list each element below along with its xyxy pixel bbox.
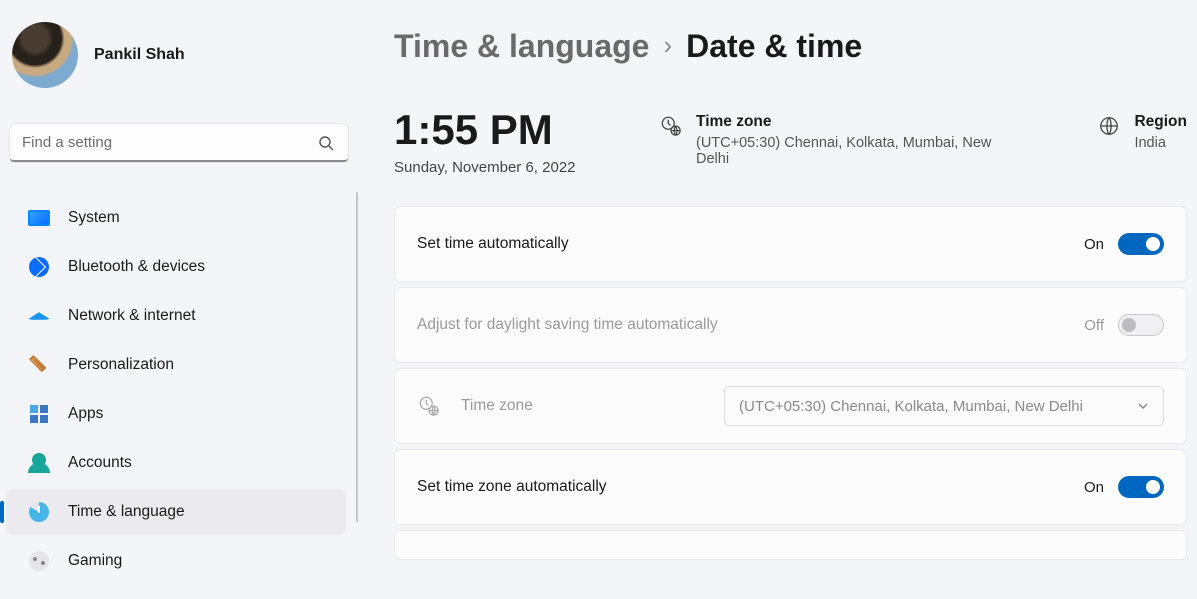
clock-globe-icon <box>28 501 50 523</box>
card-label: Time zone <box>461 397 661 415</box>
gamepad-icon <box>28 550 50 572</box>
toggle-dst-auto <box>1118 314 1164 336</box>
toggle-state-label: Off <box>1084 317 1104 334</box>
system-icon <box>28 207 50 229</box>
timezone-title: Time zone <box>696 113 1012 131</box>
chevron-right-icon: › <box>663 30 672 61</box>
apps-icon <box>28 403 50 425</box>
sidebar-item-label: Gaming <box>68 552 122 570</box>
sidebar-item-label: Network & internet <box>68 307 196 325</box>
card-label: Adjust for daylight saving time automati… <box>417 316 1064 334</box>
settings-cards: Set time automatically On Adjust for day… <box>394 206 1187 560</box>
search-icon <box>318 135 334 151</box>
sidebar-item-label: Time & language <box>68 503 185 521</box>
timezone-select: (UTC+05:30) Chennai, Kolkata, Mumbai, Ne… <box>724 386 1164 426</box>
sidebar-item-bluetooth[interactable]: Bluetooth & devices <box>6 244 346 290</box>
sidebar-item-label: Bluetooth & devices <box>68 258 205 276</box>
bluetooth-icon <box>28 256 50 278</box>
nav: System Bluetooth & devices Network & int… <box>0 192 358 587</box>
clock-globe-icon <box>660 115 682 137</box>
sidebar-item-accounts[interactable]: Accounts <box>6 440 346 486</box>
search-wrap <box>10 124 348 162</box>
sidebar: Pankil Shah System Bluetooth & devices N… <box>0 0 358 599</box>
toggle-set-tz-auto[interactable] <box>1118 476 1164 498</box>
timezone-desc: (UTC+05:30) Chennai, Kolkata, Mumbai, Ne… <box>696 135 1012 167</box>
sidebar-item-gaming[interactable]: Gaming <box>6 538 346 584</box>
current-date: Sunday, November 6, 2022 <box>394 159 604 176</box>
sidebar-item-system[interactable]: System <box>6 195 346 241</box>
toggle-state-label: On <box>1084 479 1104 496</box>
person-icon <box>28 452 50 474</box>
main-content: Time & language › Date & time 1:55 PM Su… <box>358 0 1197 599</box>
region-title: Region <box>1134 113 1187 131</box>
scrollbar[interactable] <box>356 192 358 522</box>
card-dst-auto: Adjust for daylight saving time automati… <box>394 287 1187 363</box>
sidebar-item-apps[interactable]: Apps <box>6 391 346 437</box>
toggle-state-label: On <box>1084 236 1104 253</box>
card-set-time-auto[interactable]: Set time automatically On <box>394 206 1187 282</box>
brush-icon <box>28 354 50 376</box>
globe-icon <box>1098 115 1120 137</box>
breadcrumb: Time & language › Date & time <box>394 28 1187 65</box>
sidebar-item-personalization[interactable]: Personalization <box>6 342 346 388</box>
wifi-icon <box>28 305 50 327</box>
sidebar-item-label: Apps <box>68 405 103 423</box>
select-value: (UTC+05:30) Chennai, Kolkata, Mumbai, Ne… <box>739 398 1083 415</box>
region-desc: India <box>1134 135 1187 151</box>
chevron-down-icon <box>1137 400 1149 412</box>
clock-block: 1:55 PM Sunday, November 6, 2022 <box>394 109 604 176</box>
timezone-summary: Time zone (UTC+05:30) Chennai, Kolkata, … <box>660 109 1012 167</box>
card-label: Set time zone automatically <box>417 478 1064 496</box>
region-summary: Region India <box>1098 109 1187 151</box>
breadcrumb-parent[interactable]: Time & language <box>394 28 649 65</box>
profile-name: Pankil Shah <box>94 46 185 64</box>
search-input[interactable] <box>10 124 348 162</box>
card-next-peek[interactable] <box>394 530 1187 560</box>
card-label: Set time automatically <box>417 235 1064 253</box>
toggle-set-time-auto[interactable] <box>1118 233 1164 255</box>
sidebar-item-label: Personalization <box>68 356 174 374</box>
sidebar-item-label: System <box>68 209 120 227</box>
sidebar-item-label: Accounts <box>68 454 132 472</box>
profile-block[interactable]: Pankil Shah <box>0 18 358 102</box>
sidebar-item-time-language[interactable]: Time & language <box>6 489 346 535</box>
breadcrumb-current: Date & time <box>686 28 862 65</box>
current-time: 1:55 PM <box>394 109 604 151</box>
avatar <box>12 22 78 88</box>
card-timezone: Time zone (UTC+05:30) Chennai, Kolkata, … <box>394 368 1187 444</box>
summary-row: 1:55 PM Sunday, November 6, 2022 Time zo… <box>394 109 1187 176</box>
sidebar-item-network[interactable]: Network & internet <box>6 293 346 339</box>
card-set-tz-auto[interactable]: Set time zone automatically On <box>394 449 1187 525</box>
clock-globe-icon <box>417 395 441 417</box>
